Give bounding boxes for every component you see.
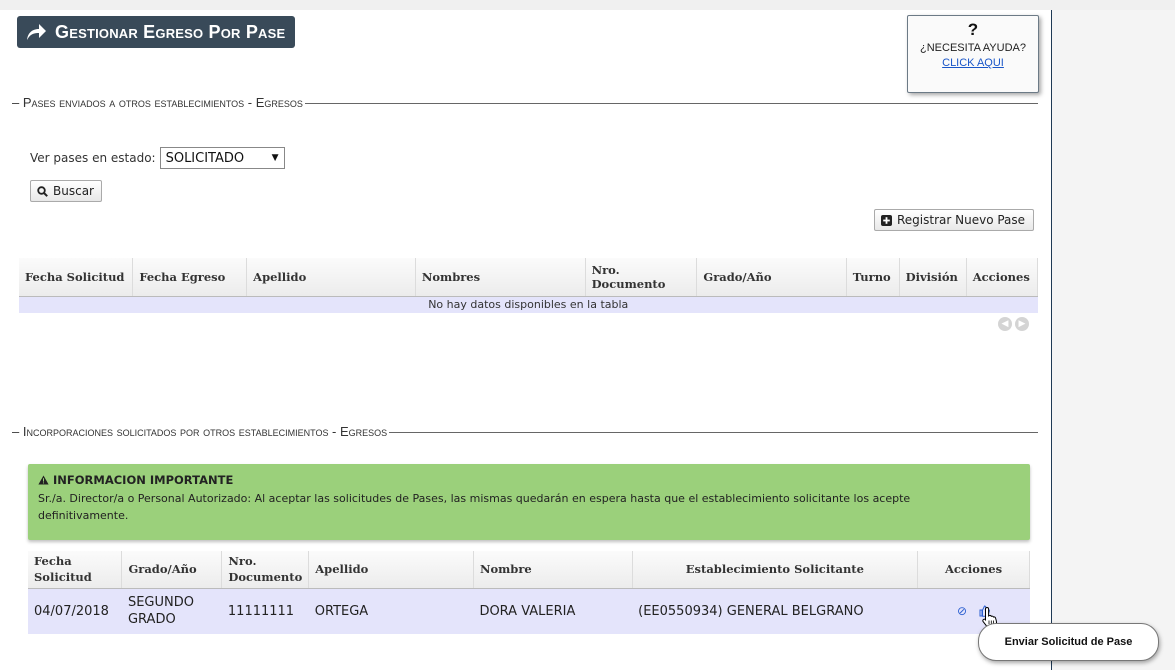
info-title: INFORMACION IMPORTANTE [38,473,1020,487]
section-legend-sent-text: – Pases enviados a otros establecimiento… [12,94,303,110]
share-arrow-icon [27,24,46,40]
table-header-row: Fecha Solicitud Grado/Año Nro. Documento… [28,551,1030,589]
search-button[interactable]: Buscar [30,180,102,202]
col-establecimiento[interactable]: Establecimiento Solicitante [632,551,919,589]
section-legend-incoming-text: – Incorporaciones solicitados por otros … [12,423,388,439]
cell-establecimiento: (EE0550934) GENERAL BELGRANO [632,588,918,634]
incoming-requests-table: Fecha Solicitud Grado/Año Nro. Documento… [28,551,1030,634]
cell-fecha: 04/07/2018 [28,588,122,634]
help-box: ? ¿NECESITA AYUDA? CLICK AQUI [907,15,1039,93]
search-button-label: Buscar [53,184,94,198]
help-text: ¿NECESITA AYUDA? [920,42,1026,54]
cell-apellido: ORTEGA [308,588,474,634]
col-apellido[interactable]: Apellido [308,551,474,589]
col-grado-ano[interactable]: Grado/Año [696,258,847,297]
legend-rule [304,102,1038,104]
sent-passes-table: Fecha Solicitud Fecha Egreso Apellido No… [19,258,1039,313]
prev-page-icon[interactable]: ◀ [998,317,1012,331]
chevron-down-icon: ▼ [271,153,279,163]
cell-nombre: DORA VALERIA [473,588,633,634]
cell-grado: SEGUNDO GRADO [121,588,222,634]
col-fecha-solicitud[interactable]: Fecha Solicitud [19,258,134,297]
col-nro-documento[interactable]: Nro. Documento [585,258,698,297]
section-legend-sent: – Pases enviados a otros establecimiento… [12,94,1038,110]
state-select-value: SOLICITADO [165,150,245,166]
table-pager: ◀ ▶ [998,317,1029,331]
col-acciones: Acciones [966,258,1039,297]
action-tooltip: Enviar Solicitud de Pase [978,623,1159,661]
table-row: No hay datos disponibles en la tabla [19,296,1038,313]
col-nombre[interactable]: Nombre [473,551,633,589]
important-info-panel: INFORMACION IMPORTANTE Sr./a. Director/a… [28,464,1030,540]
col-nombres[interactable]: Nombres [415,258,586,297]
warning-icon [38,475,49,485]
main-page: Gestionar Egreso Por Pase ? ¿NECESITA AY… [0,10,1052,670]
info-title-text: INFORMACION IMPORTANTE [53,473,234,487]
cell-documento: 11111111 [221,588,309,634]
state-select[interactable]: SOLICITADO ▼ [159,147,285,169]
col-division[interactable]: División [899,258,967,297]
page-title: Gestionar Egreso Por Pase [17,16,296,48]
register-new-pass-button[interactable]: Registrar Nuevo Pase [874,209,1034,231]
help-link[interactable]: CLICK AQUI [942,57,1004,69]
plus-square-icon [881,214,892,226]
col-apellido[interactable]: Apellido [246,258,416,297]
section-legend-sent-label: Pases enviados a otros establecimientos … [22,94,303,110]
legend-rule [389,431,1038,433]
info-body: Sr./a. Director/a o Personal Autorizado:… [38,492,911,522]
reject-icon[interactable]: ⊘ [957,603,967,620]
col-grado-ano[interactable]: Grado/Año [121,551,223,589]
state-filter: Ver pases en estado: SOLICITADO ▼ [30,147,285,169]
next-page-icon[interactable]: ▶ [1015,317,1029,331]
top-strip [0,0,1175,10]
page-title-text: Gestionar Egreso Por Pase [55,21,286,42]
col-acciones: Acciones [917,551,1030,589]
right-side-panel [1053,10,1175,670]
table-header-row: Fecha Solicitud Fecha Egreso Apellido No… [19,258,1039,297]
empty-table-message: No hay datos disponibles en la tabla [19,296,1038,313]
section-legend-incoming-label: Incorporaciones solicitados por otros es… [22,423,388,439]
section-legend-incoming: – Incorporaciones solicitados por otros … [12,423,1038,439]
help-question-icon: ? [967,20,979,39]
register-new-pass-label: Registrar Nuevo Pase [897,213,1026,227]
cell-grado-text: SEGUNDO GRADO [127,595,194,628]
col-nro-documento[interactable]: Nro. Documento [221,551,310,589]
col-fecha-egreso[interactable]: Fecha Egreso [132,258,248,297]
table-row: 04/07/2018 SEGUNDO GRADO 11111111 ORTEGA… [28,588,1030,634]
col-fecha-solicitud[interactable]: Fecha Solicitud [28,551,123,589]
search-icon [37,185,48,197]
col-turno[interactable]: Turno [846,258,900,297]
state-filter-label: Ver pases en estado: [30,151,156,165]
